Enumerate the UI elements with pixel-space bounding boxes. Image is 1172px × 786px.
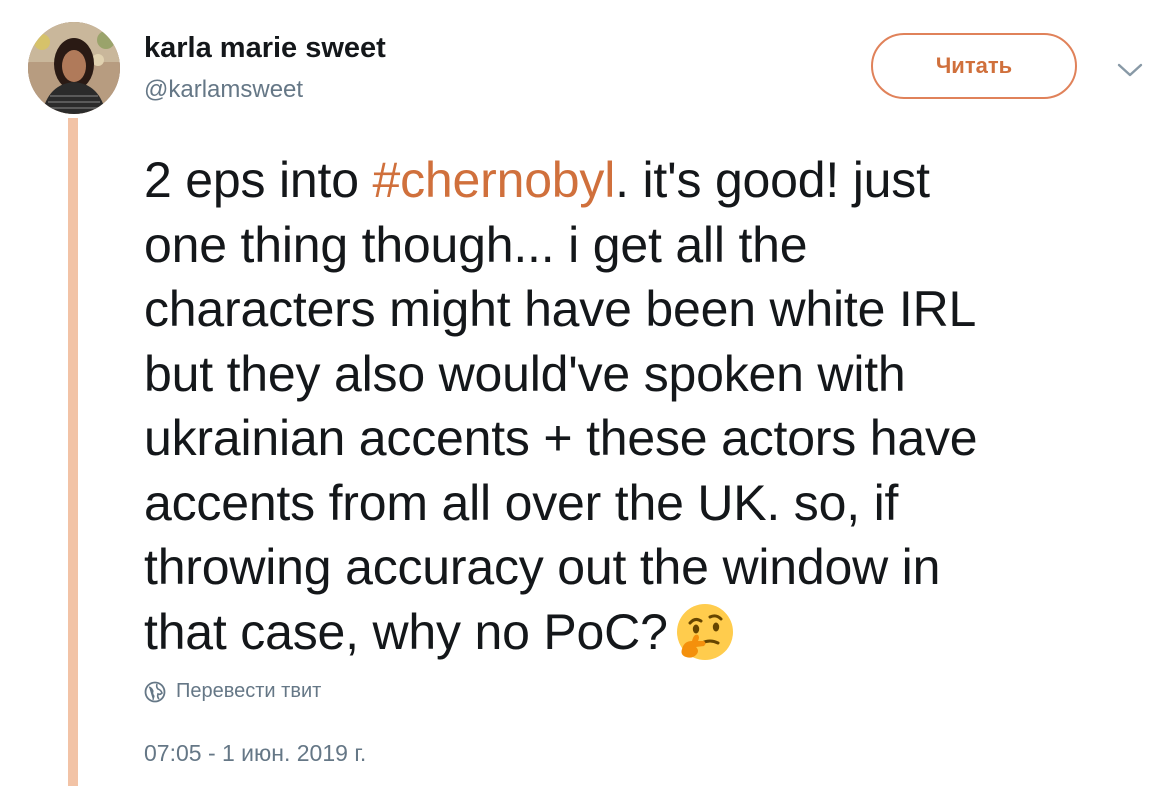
chevron-down-icon[interactable] bbox=[1116, 60, 1144, 80]
tweet-text-segment: . it's good! just bbox=[615, 152, 930, 208]
tweet-text: 2 eps into #chernobyl. it's good! just o… bbox=[144, 148, 1154, 664]
follow-button[interactable]: Читать bbox=[871, 33, 1077, 99]
avatar[interactable] bbox=[28, 22, 120, 114]
thinking-face-icon bbox=[674, 601, 736, 663]
tweet-line: accents from all over the UK. so, if bbox=[144, 474, 899, 531]
tweet-timestamp[interactable]: 07:05 - 1 июн. 2019 г. bbox=[144, 740, 366, 767]
tweet-line: ukrainian accents + these actors have bbox=[144, 410, 978, 466]
tweet-line: that case, why no PoC? bbox=[144, 600, 1154, 665]
tweet-text-segment: that case, why no PoC? bbox=[144, 603, 668, 660]
thread-line bbox=[68, 118, 78, 786]
globe-icon bbox=[144, 681, 166, 703]
tweet-line: 2 eps into #chernobyl. it's good! just bbox=[144, 148, 1154, 213]
tweet-line: characters might have been white IRL bbox=[144, 281, 977, 337]
translate-tweet-link[interactable]: Перевести твит bbox=[144, 680, 321, 703]
hashtag-link[interactable]: #chernobyl bbox=[373, 152, 616, 208]
user-handle[interactable]: @karlamsweet bbox=[144, 76, 303, 104]
tweet-line: throwing accuracy out the window in bbox=[144, 539, 941, 595]
tweet-text-segment: 2 eps into bbox=[144, 152, 373, 208]
avatar-image bbox=[28, 22, 120, 114]
tweet-line: but they also would've spoken with bbox=[144, 345, 906, 402]
translate-label: Перевести твит bbox=[176, 680, 322, 702]
display-name[interactable]: karla marie sweet bbox=[144, 32, 386, 65]
tweet-line: one thing though... i get all the bbox=[144, 216, 808, 273]
